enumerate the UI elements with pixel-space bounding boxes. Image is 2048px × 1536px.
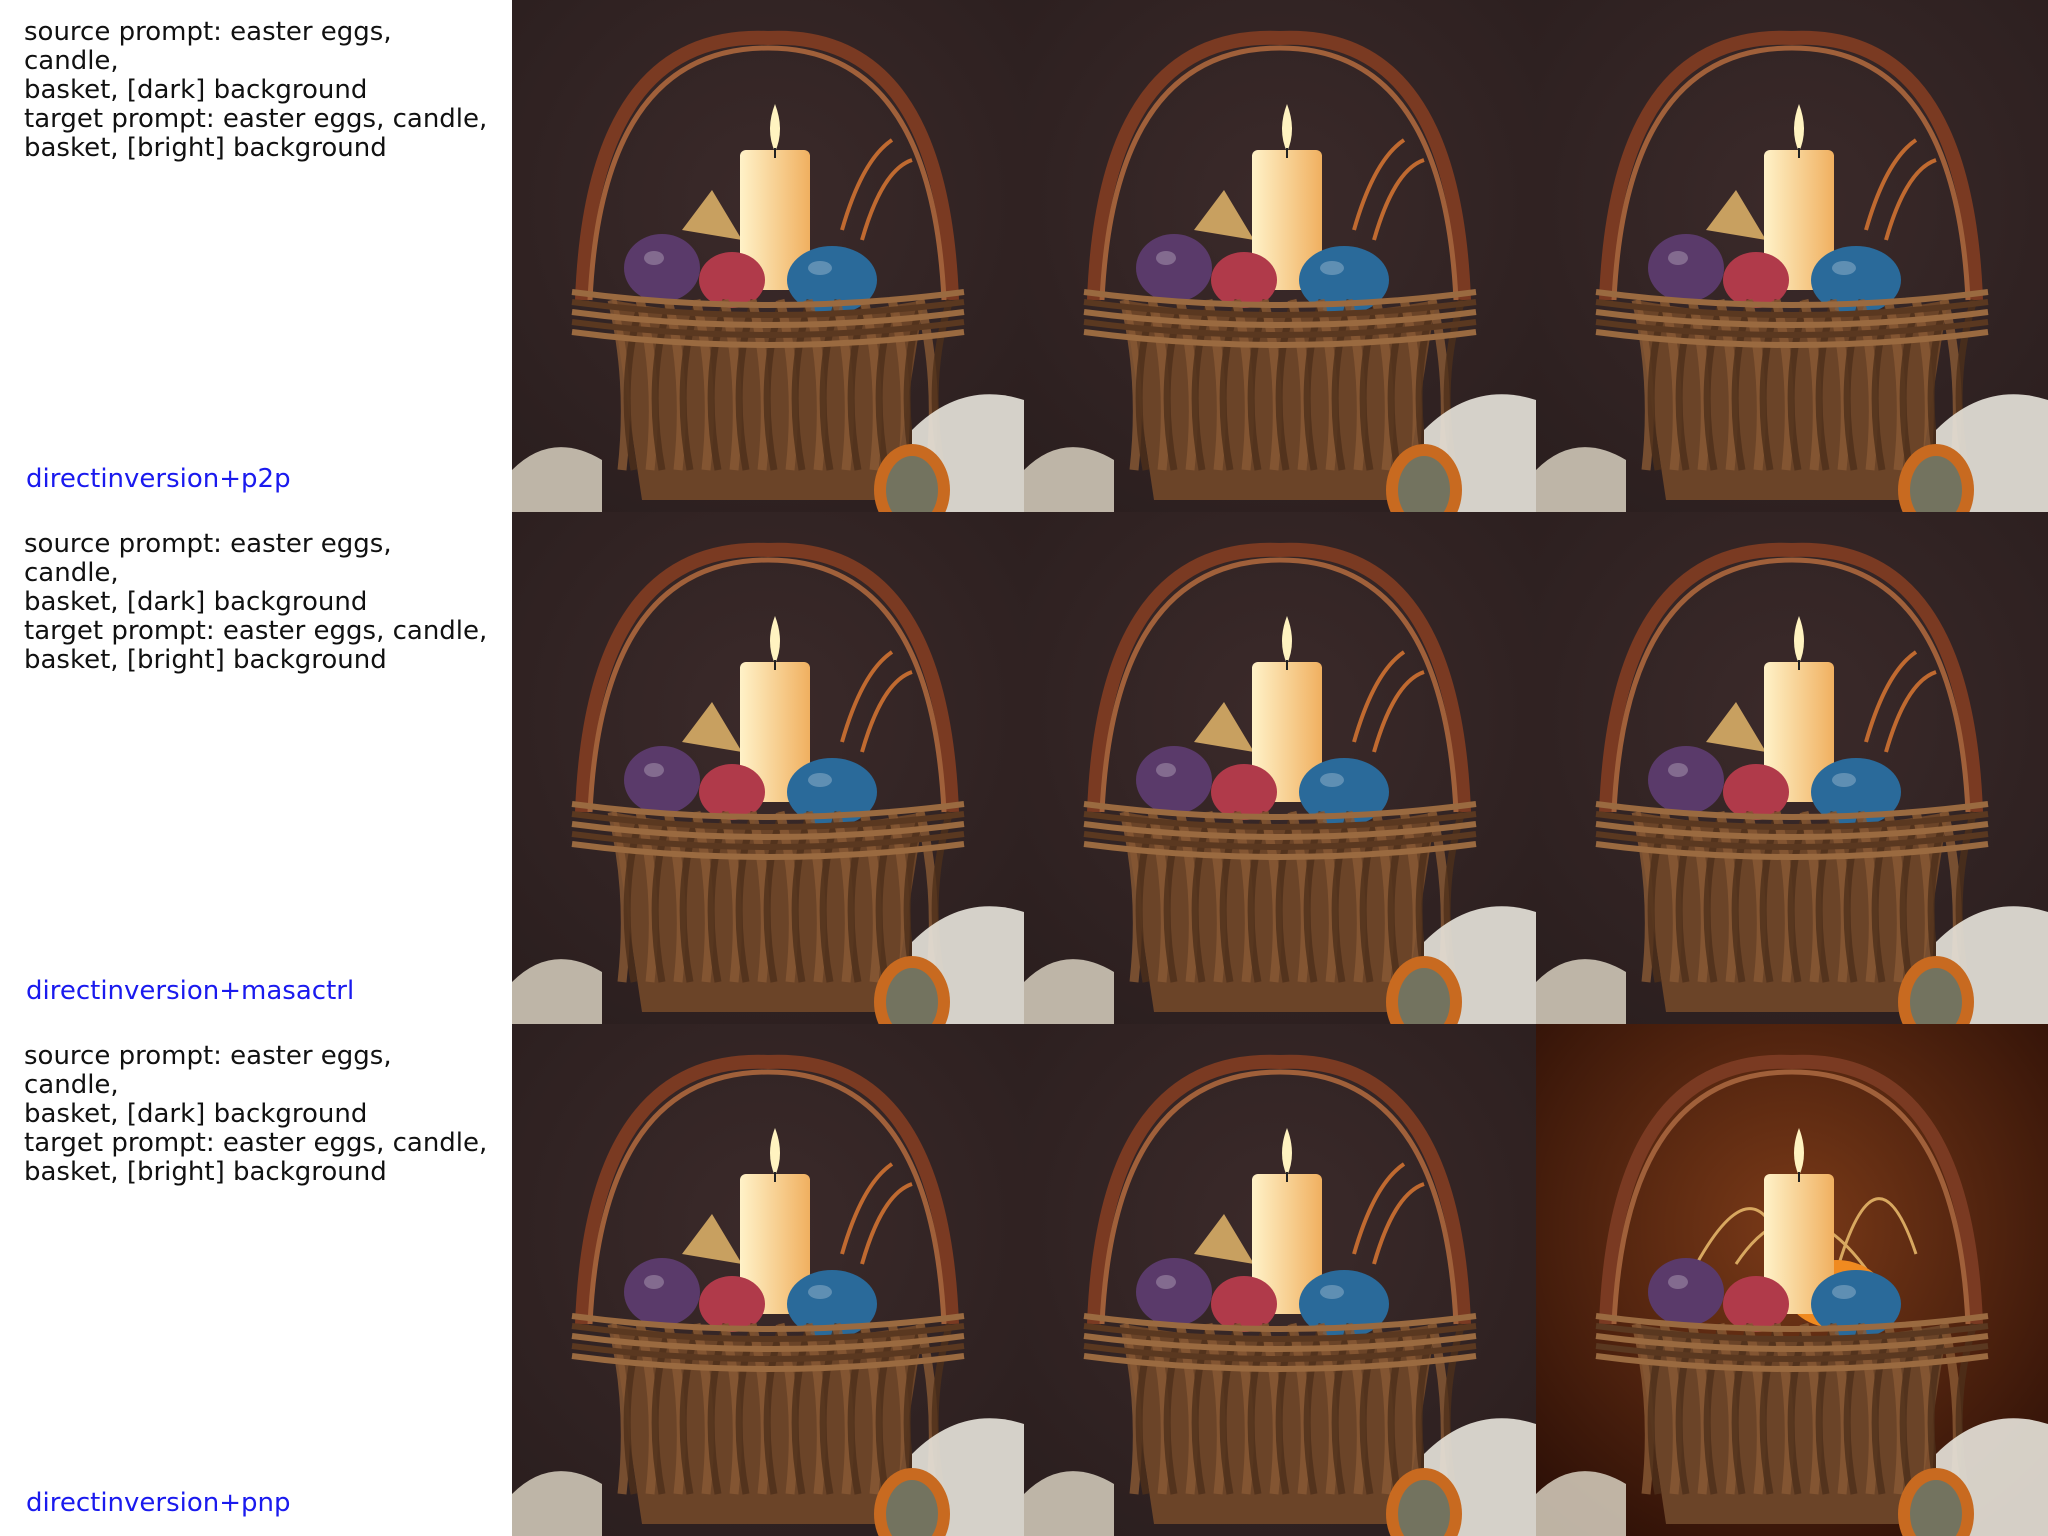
easter-basket-image bbox=[512, 0, 1024, 512]
edited-image bbox=[1536, 512, 2048, 1024]
edited-image bbox=[1536, 0, 2048, 512]
reconstruction-image bbox=[1024, 1024, 1536, 1536]
easter-basket-image bbox=[1536, 1024, 2048, 1536]
source-image bbox=[512, 0, 1024, 512]
result-row-masactrl: source prompt: easter eggs, candle, bask… bbox=[0, 512, 2048, 1024]
easter-basket-image bbox=[512, 1024, 1024, 1536]
result-row-p2p: source prompt: easter eggs, candle, bask… bbox=[0, 0, 2048, 512]
reconstruction-image bbox=[1024, 0, 1536, 512]
easter-basket-image bbox=[1024, 1024, 1536, 1536]
prompt-text: source prompt: easter eggs, candle, bask… bbox=[24, 529, 488, 675]
caption-panel: source prompt: easter eggs, candle, bask… bbox=[0, 0, 512, 512]
reconstruction-image bbox=[1024, 512, 1536, 1024]
caption-panel: source prompt: easter eggs, candle, bask… bbox=[0, 512, 512, 1024]
easter-basket-image bbox=[512, 512, 1024, 1024]
caption-panel: source prompt: easter eggs, candle, bask… bbox=[0, 1024, 512, 1536]
prompt-text: source prompt: easter eggs, candle, bask… bbox=[24, 1041, 488, 1187]
easter-basket-image bbox=[1024, 0, 1536, 512]
edited-image bbox=[1536, 1024, 2048, 1536]
source-image bbox=[512, 512, 1024, 1024]
easter-basket-image bbox=[1024, 512, 1536, 1024]
source-image bbox=[512, 1024, 1024, 1536]
method-label: directinversion+pnp bbox=[26, 1488, 291, 1518]
method-label: directinversion+masactrl bbox=[26, 976, 355, 1006]
easter-basket-image bbox=[1536, 0, 2048, 512]
result-row-pnp: source prompt: easter eggs, candle, bask… bbox=[0, 1024, 2048, 1536]
easter-basket-image bbox=[1536, 512, 2048, 1024]
prompt-text: source prompt: easter eggs, candle, bask… bbox=[24, 17, 488, 163]
method-label: directinversion+p2p bbox=[26, 464, 291, 494]
